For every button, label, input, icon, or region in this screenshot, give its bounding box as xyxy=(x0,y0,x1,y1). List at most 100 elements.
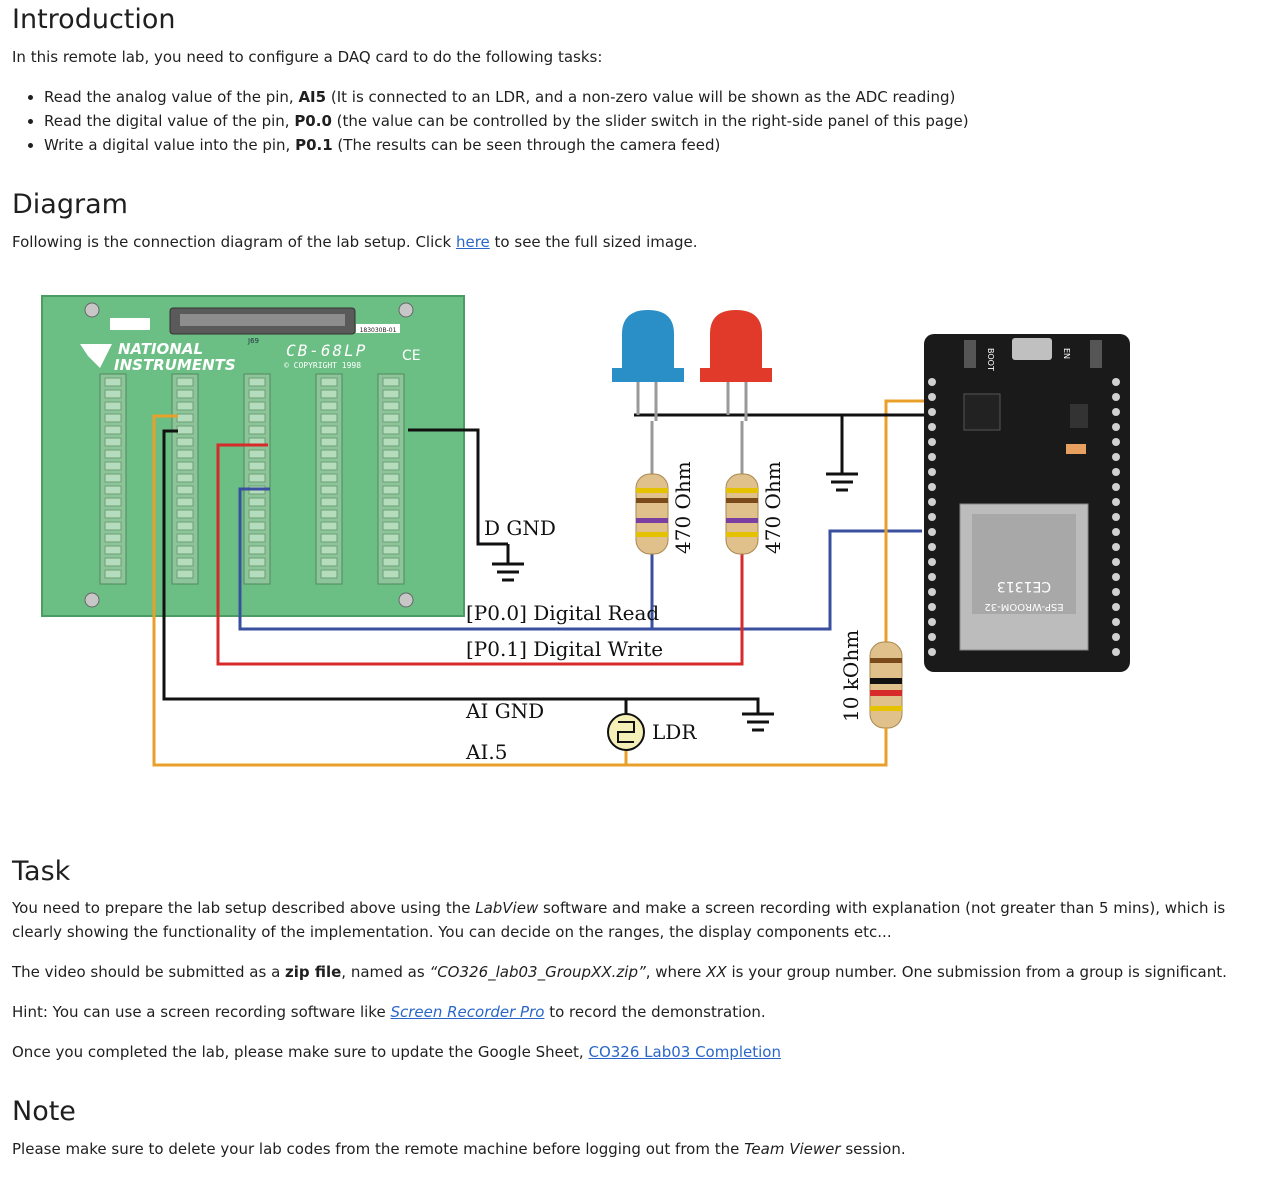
terminal-screw xyxy=(104,545,122,555)
header-pin xyxy=(928,558,936,566)
terminal-screw xyxy=(248,461,266,471)
terminal-screw xyxy=(320,449,338,459)
terminal-screw xyxy=(248,569,266,579)
header-pin xyxy=(928,453,936,461)
terminal-screw xyxy=(176,461,194,471)
band xyxy=(870,690,902,696)
terminal-screw xyxy=(104,497,122,507)
list-item: Read the analog value of the pin, AI5 (I… xyxy=(44,85,1263,109)
header-pin xyxy=(1112,453,1120,461)
header-pin xyxy=(928,438,936,446)
usb-uart-chip xyxy=(963,393,1001,431)
r3-label: 10 kOhm xyxy=(839,630,863,722)
ground-icon xyxy=(826,466,858,492)
band xyxy=(870,706,902,711)
terminal-screw xyxy=(382,521,400,531)
band xyxy=(726,498,758,503)
terminal-screw xyxy=(104,401,122,411)
terminal-screw xyxy=(176,521,194,531)
usb-port xyxy=(1012,338,1052,360)
terminal-screw xyxy=(176,449,194,459)
ce-mark: CE xyxy=(402,348,421,364)
terminal-screw xyxy=(248,401,266,411)
resistor-470-1 xyxy=(635,473,669,555)
terminal-screw xyxy=(104,557,122,567)
terminal-screw xyxy=(382,485,400,495)
band xyxy=(636,498,668,503)
terminal-screw xyxy=(104,377,122,387)
terminal-screw xyxy=(320,485,338,495)
list-item: Read the digital value of the pin, P0.0 … xyxy=(44,109,1263,133)
band xyxy=(726,488,758,493)
serial-text: 183030B-01 xyxy=(360,327,397,334)
terminal-screw xyxy=(176,377,194,387)
terminal-screw xyxy=(104,485,122,495)
p00-label: [P0.0] Digital Read xyxy=(466,601,659,625)
terminal-screw xyxy=(382,497,400,507)
task-heading: Task xyxy=(12,856,71,887)
note-heading: Note xyxy=(12,1096,76,1127)
terminal-screw xyxy=(320,425,338,435)
terminal-screw xyxy=(104,437,122,447)
task-paragraph-1: You need to prepare the lab setup descri… xyxy=(12,899,1226,941)
header-pin xyxy=(928,408,936,416)
terminal-screw xyxy=(176,545,194,555)
band xyxy=(636,518,668,523)
header-pin xyxy=(1112,423,1120,431)
terminal-screw xyxy=(320,401,338,411)
header-pin xyxy=(1112,468,1120,476)
terminal-screw xyxy=(320,557,338,567)
terminal-screw xyxy=(382,425,400,435)
aignd-label: AI GND xyxy=(465,699,544,723)
terminal-screw xyxy=(320,569,338,579)
terminal-screw xyxy=(248,389,266,399)
task-completion: Once you completed the lab, please make … xyxy=(12,1043,781,1061)
header-pin xyxy=(928,633,936,641)
terminal-screw xyxy=(248,533,266,543)
blue-led-rim xyxy=(612,368,684,382)
terminal-screw xyxy=(320,389,338,399)
terminal-screw xyxy=(248,377,266,387)
terminal-screw xyxy=(382,413,400,423)
terminal-screw xyxy=(176,569,194,579)
header-pin xyxy=(928,573,936,581)
header-pin xyxy=(1112,483,1120,491)
blue-led-body xyxy=(622,310,674,368)
pin-name: P0.1 xyxy=(295,136,333,154)
terminal-screw xyxy=(176,557,194,567)
screen-recorder-link[interactable]: Screen Recorder Pro xyxy=(390,1003,544,1021)
module-ce: CE1313 xyxy=(997,578,1051,594)
connector-id: J69 xyxy=(247,337,259,345)
board-copyright: © COPYRIGHT 1998 xyxy=(284,361,361,370)
terminal-screw xyxy=(104,521,122,531)
terminal-screw xyxy=(176,533,194,543)
header-pin xyxy=(1112,393,1120,401)
intro-lead: In this remote lab, you need to configur… xyxy=(12,48,603,66)
header-pin xyxy=(1112,618,1120,626)
terminal-screw xyxy=(382,473,400,483)
terminal-screw xyxy=(104,449,122,459)
terminal-screw xyxy=(104,569,122,579)
blue-led xyxy=(612,310,684,421)
regulator xyxy=(1070,404,1088,428)
terminal-screw xyxy=(382,533,400,543)
r2-label: 470 Ohm xyxy=(761,461,785,554)
boot-button xyxy=(964,340,976,368)
completion-sheet-link[interactable]: CO326 Lab03 Completion xyxy=(588,1043,781,1061)
header-pin xyxy=(928,648,936,656)
header-pin xyxy=(1112,378,1120,386)
terminal-screw xyxy=(382,545,400,555)
p01-label: [P0.1] Digital Write xyxy=(466,637,663,661)
connection-diagram[interactable]: 183030B-01 J69 NATIONAL INSTRUMENTS CB-6… xyxy=(30,286,1150,786)
full-image-link[interactable]: here xyxy=(456,233,490,251)
terminal-screw xyxy=(320,497,338,507)
red-led-rim xyxy=(700,368,772,382)
terminal-screw xyxy=(176,497,194,507)
red-led xyxy=(700,310,772,421)
terminal-screw xyxy=(320,461,338,471)
barcode-label xyxy=(110,318,150,330)
header-pin xyxy=(1112,633,1120,641)
terminal-screw xyxy=(248,473,266,483)
ni-cb68lp-board: 183030B-01 J69 NATIONAL INSTRUMENTS CB-6… xyxy=(41,295,465,617)
terminal-screw xyxy=(176,413,194,423)
